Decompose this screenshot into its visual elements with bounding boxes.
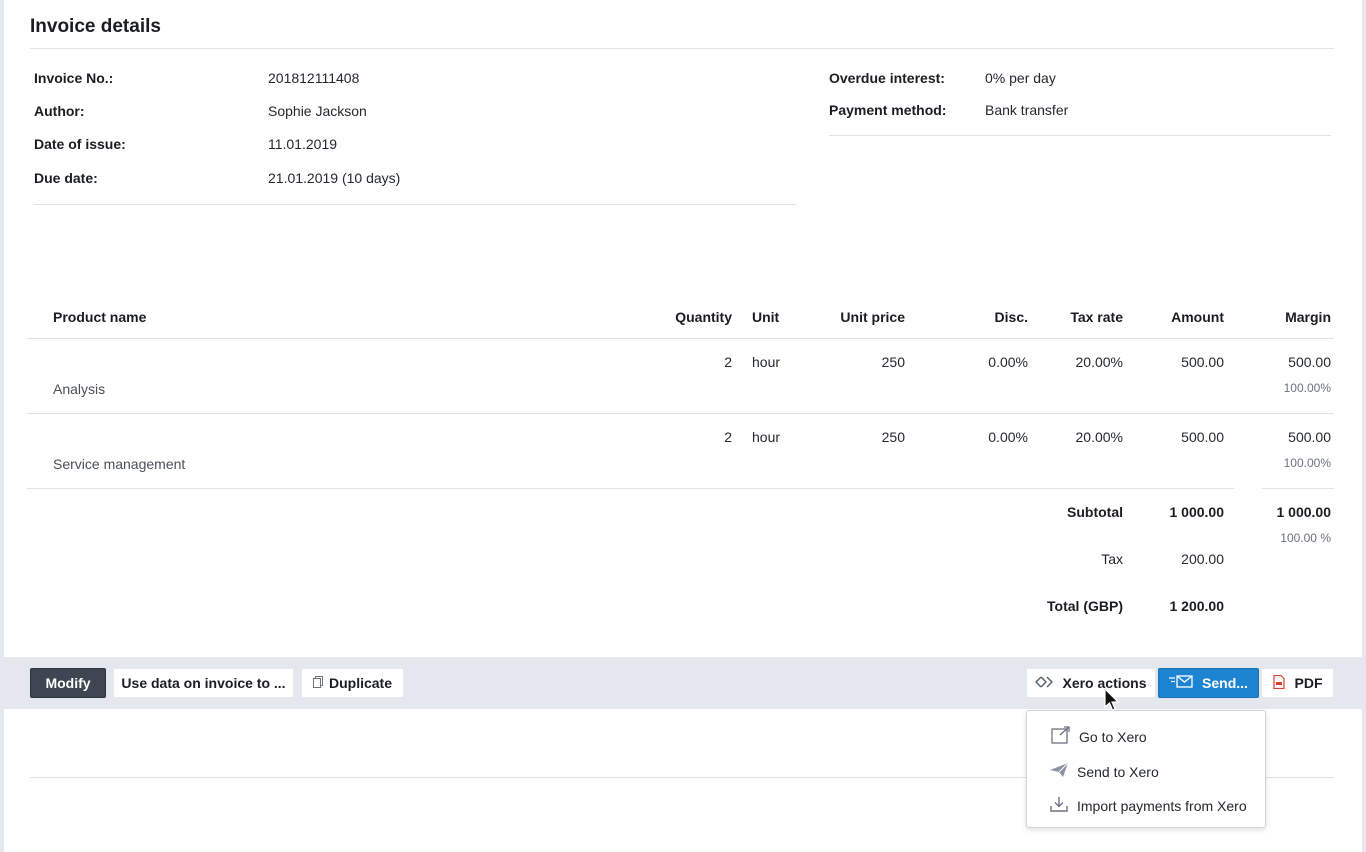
row-unit-price: 250	[881, 354, 905, 370]
modify-button[interactable]: Modify	[30, 668, 106, 698]
overdue-interest-value: 0% per day	[985, 70, 1056, 86]
modify-button-label: Modify	[45, 675, 91, 691]
col-header-product: Product name	[53, 309, 147, 325]
col-header-quantity: Quantity	[675, 309, 732, 325]
row-unit-price: 250	[881, 429, 905, 445]
table-header-divider	[27, 338, 1334, 339]
external-link-icon	[1051, 726, 1071, 747]
row-disc: 0.00%	[988, 429, 1028, 445]
menu-item-label: Go to Xero	[1079, 728, 1147, 745]
menu-item-send-to-xero[interactable]: Send to Xero	[1049, 762, 1159, 781]
details-right-divider	[829, 135, 1331, 136]
subtotal-margin: 1 000.00	[1276, 504, 1332, 520]
date-of-issue-value: 11.01.2019	[268, 136, 338, 152]
due-date-value: 21.01.2019 (10 days)	[268, 170, 401, 186]
row-divider	[27, 413, 1334, 414]
page-title: Invoice details	[30, 16, 161, 37]
row-margin: 500.00	[1288, 429, 1331, 445]
total-label: Total (GBP)	[1047, 598, 1123, 614]
row-margin-percent: 100.00%	[1283, 381, 1331, 395]
overdue-interest-label: Overdue interest:	[829, 70, 945, 86]
due-date-label: Due date:	[34, 170, 98, 186]
date-of-issue-label: Date of issue:	[34, 136, 126, 152]
duplicate-button[interactable]: Duplicate	[301, 668, 404, 698]
pdf-file-icon	[1272, 674, 1285, 692]
envelope-icon	[1169, 675, 1193, 691]
author-value: Sophie Jackson	[268, 103, 367, 119]
duplicate-button-label: Duplicate	[328, 675, 392, 691]
xero-actions-menu: Go to Xero Send to Xero Import payments …	[1026, 710, 1266, 828]
row-unit: hour	[752, 354, 781, 370]
menu-item-label: Send to Xero	[1077, 763, 1159, 780]
payment-method-value: Bank transfer	[985, 102, 1069, 118]
section-divider	[30, 777, 1026, 778]
col-header-unit-price: Unit price	[840, 309, 905, 325]
pdf-button[interactable]: PDF	[1261, 668, 1334, 698]
menu-item-label: Import payments from Xero	[1077, 797, 1247, 814]
subtotal-margin-percent: 100.00 %	[1280, 531, 1331, 545]
row-margin-percent: 100.00%	[1283, 456, 1331, 470]
title-divider	[30, 48, 1334, 49]
row-quantity: 2	[724, 354, 732, 370]
col-header-margin: Margin	[1285, 309, 1331, 325]
row-amount: 500.00	[1181, 354, 1224, 370]
tax-amount: 200.00	[1181, 551, 1224, 567]
pdf-button-label: PDF	[1294, 675, 1323, 691]
download-icon	[1049, 796, 1069, 815]
subtotal-amount: 1 000.00	[1169, 504, 1225, 520]
xero-icon	[1035, 675, 1054, 691]
tax-label: Tax	[1101, 551, 1123, 567]
col-header-disc: Disc.	[994, 309, 1028, 325]
row-tax-rate: 20.00%	[1075, 429, 1123, 445]
details-left-divider	[34, 204, 796, 205]
row-tax-rate: 20.00%	[1075, 354, 1123, 370]
menu-item-go-to-xero[interactable]: Go to Xero	[1051, 726, 1147, 747]
row-disc: 0.00%	[988, 354, 1028, 370]
row-amount: 500.00	[1181, 429, 1224, 445]
send-button-label: Send...	[1202, 675, 1248, 691]
invoice-no-value: 201812111408	[268, 70, 360, 86]
subtotal-label: Subtotal	[1067, 504, 1123, 520]
table-bottom-divider	[27, 488, 1234, 489]
copy-icon	[312, 675, 323, 691]
row-product-name: Analysis	[53, 381, 106, 397]
col-header-amount: Amount	[1171, 309, 1224, 325]
row-product-name: Service management	[53, 456, 186, 472]
section-divider-right	[1266, 777, 1334, 778]
row-quantity: 2	[724, 429, 732, 445]
mouse-cursor-icon	[1104, 687, 1120, 715]
col-header-tax-rate: Tax rate	[1070, 309, 1123, 325]
use-data-button[interactable]: Use data on invoice to ...	[113, 668, 294, 698]
author-label: Author:	[34, 103, 85, 119]
margin-column-divider	[1262, 488, 1334, 489]
payment-method-label: Payment method:	[829, 102, 947, 118]
col-header-unit: Unit	[752, 309, 780, 325]
menu-item-import-payments[interactable]: Import payments from Xero	[1049, 796, 1247, 815]
xero-actions-button[interactable]: Xero actions	[1026, 668, 1156, 698]
row-unit: hour	[752, 429, 781, 445]
send-button[interactable]: Send...	[1158, 668, 1259, 698]
invoice-no-label: Invoice No.:	[34, 70, 114, 86]
total-amount: 1 200.00	[1169, 598, 1225, 614]
row-margin: 500.00	[1288, 354, 1331, 370]
use-data-button-label: Use data on invoice to ...	[121, 675, 286, 691]
paper-plane-icon	[1049, 762, 1069, 781]
